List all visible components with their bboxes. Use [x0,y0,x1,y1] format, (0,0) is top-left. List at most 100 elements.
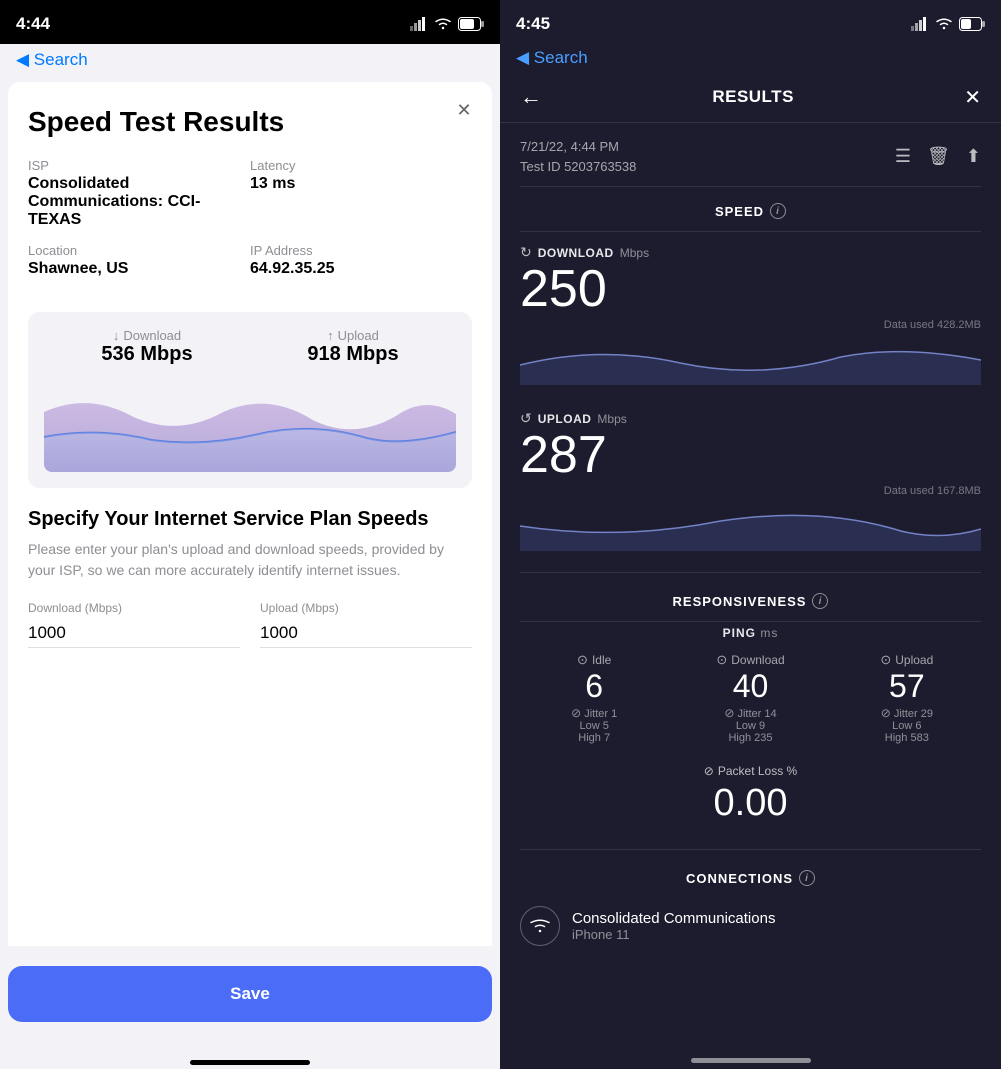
right-home-indicator [500,1050,1001,1069]
latency-label: Latency [250,158,472,173]
home-indicator-bar-left [190,1060,310,1065]
left-time: 4:44 [16,14,50,34]
right-status-icons [911,17,985,31]
download-block: ↻ DOWNLOAD Mbps 250 Data used 428.2MB [520,236,981,402]
ping-download: ⊙ Download 40 ⊘ Jitter 14 Low 9 High 235 [676,652,824,744]
speed-section-header: SPEED i [520,187,981,227]
connections-header: CONNECTIONS i [520,854,981,894]
results-title: RESULTS [712,87,794,107]
wifi-connection-icon [520,906,560,946]
home-indicator-left [0,1052,500,1069]
isp-label: ISP [28,158,250,173]
upload-arrow-icon: ↑ [327,328,334,343]
upload-input[interactable] [260,619,472,648]
download-data-used: Data used 428.2MB [884,319,981,331]
download-ping-icon: ⊙ [716,652,727,668]
right-panel: 4:45 ◀ Search ← RESULTS ✕ [500,0,1001,1069]
isp-cell: ISP Consolidated Communications: CCI-TEX… [28,158,250,243]
download-input-label: Download (Mbps) [28,601,240,615]
back-button[interactable]: ← [520,84,542,110]
responsiveness-section: PING ms ⊙ Idle 6 ⊘ Jitter 1 Low 5 High 7 [520,626,981,845]
responsiveness-section-header: RESPONSIVENESS i [520,577,981,617]
close-button[interactable]: ✕ [448,94,480,126]
meta-text: 7/21/22, 4:44 PM Test ID 5203763538 [520,137,636,176]
ping-upload-value: 57 [833,670,981,702]
right-signal-icon [911,17,929,31]
right-status-bar: 4:45 [500,0,1001,44]
right-content: 7/21/22, 4:44 PM Test ID 5203763538 ☰ 🗑 … [500,123,1001,1050]
connection-item: Consolidated Communications iPhone 11 [520,894,981,958]
upload-mbps: 918 Mbps [307,343,398,366]
download-dir: ↓ Download [101,328,192,343]
meta-actions: ☰ 🗑 ⬆ [895,146,981,167]
isp-name: Consolidated Communications [572,910,775,927]
isp-plan-title: Specify Your Internet Service Plan Speed… [28,508,472,531]
upload-value: 287 [520,429,981,481]
left-inner: Speed Test Results ISP Consolidated Comm… [8,82,492,668]
input-row: Download (Mbps) Upload (Mbps) [28,601,472,648]
packet-loss-label: ⊘ Packet Loss % [520,764,981,778]
upload-dir: ↑ Upload [307,328,398,343]
ping-download-label: ⊙ Download [676,652,824,668]
idle-jitter: ⊘ Jitter 1 Low 5 High 7 [520,706,668,744]
packet-loss-icon: ⊘ [704,764,714,778]
left-status-icons [410,17,484,31]
download-jitter: ⊘ Jitter 14 Low 9 High 235 [676,706,824,744]
test-meta: 7/21/22, 4:44 PM Test ID 5203763538 ☰ 🗑 … [520,123,981,187]
ip-cell: IP Address 64.92.35.25 [250,243,472,292]
speed-gauge-container: ↓ Download 536 Mbps ↑ Upload 918 Mbps [28,312,472,488]
upload-block-header: ↺ UPLOAD Mbps [520,410,981,427]
ping-idle-label: ⊙ Idle [520,652,668,668]
delete-icon[interactable]: 🗑 [927,146,950,167]
connection-text: Consolidated Communications iPhone 11 [572,910,775,942]
speed-row: ↓ Download 536 Mbps ↑ Upload 918 Mbps [44,328,456,366]
isp-value: Consolidated Communications: CCI-TEXAS [28,175,250,229]
ip-value: 64.92.35.25 [250,260,472,278]
idle-icon: ⊙ [577,652,588,668]
left-nav-bar: ◀ Search [0,44,500,74]
right-time: 4:45 [516,14,550,34]
responsiveness-info-icon[interactable]: i [812,593,828,609]
right-back-search[interactable]: ◀ Search [516,48,588,68]
location-label: Location [28,243,250,258]
speed-info-icon[interactable]: i [770,203,786,219]
download-block-header: ↻ DOWNLOAD Mbps [520,244,981,261]
connections-info-icon[interactable]: i [799,870,815,886]
left-status-bar: 4:44 [0,0,500,44]
isp-plan-desc: Please enter your plan's upload and down… [28,539,472,581]
list-icon[interactable]: ☰ [895,146,911,167]
battery-icon [458,17,484,31]
upload-data-used: Data used 167.8MB [884,485,981,497]
download-input-group: Download (Mbps) [28,601,240,648]
ping-upload: ⊙ Upload 57 ⊘ Jitter 29 Low 6 High 583 [833,652,981,744]
packet-loss-value: 0.00 [520,782,981,825]
left-back-search[interactable]: ◀ Search [16,50,88,70]
wave-chart [44,382,456,472]
upload-circle-icon: ↺ [520,410,532,427]
upload-wave [520,501,981,551]
download-value: 250 [520,263,981,315]
download-input[interactable] [28,619,240,648]
right-nav-bar: ◀ Search [500,44,1001,76]
isp-plan-section: Specify Your Internet Service Plan Speed… [28,508,472,668]
download-wave [520,335,981,385]
wifi-status-icon [434,17,452,31]
location-cell: Location Shawnee, US [28,243,250,292]
ping-idle: ⊙ Idle 6 ⊘ Jitter 1 Low 5 High 7 [520,652,668,744]
right-close-button[interactable]: ✕ [964,85,981,110]
right-wifi-icon [935,17,953,31]
ping-title: PING ms [520,626,981,640]
info-grid: ISP Consolidated Communications: CCI-TEX… [28,158,472,292]
device-name: iPhone 11 [572,927,775,942]
left-panel: 4:44 ◀ Search [0,0,500,1069]
download-arrow-icon: ↓ [113,328,120,343]
download-circle-icon: ↻ [520,244,532,261]
save-button[interactable]: Save [8,966,492,1022]
download-speed-item: ↓ Download 536 Mbps [101,328,192,366]
right-battery-icon [959,17,985,31]
ping-download-value: 40 [676,670,824,702]
home-indicator-bar-right [691,1058,811,1063]
share-icon[interactable]: ⬆ [966,146,981,167]
ping-idle-value: 6 [520,670,668,702]
connections-section: CONNECTIONS i Consolidated Communication… [520,854,981,970]
